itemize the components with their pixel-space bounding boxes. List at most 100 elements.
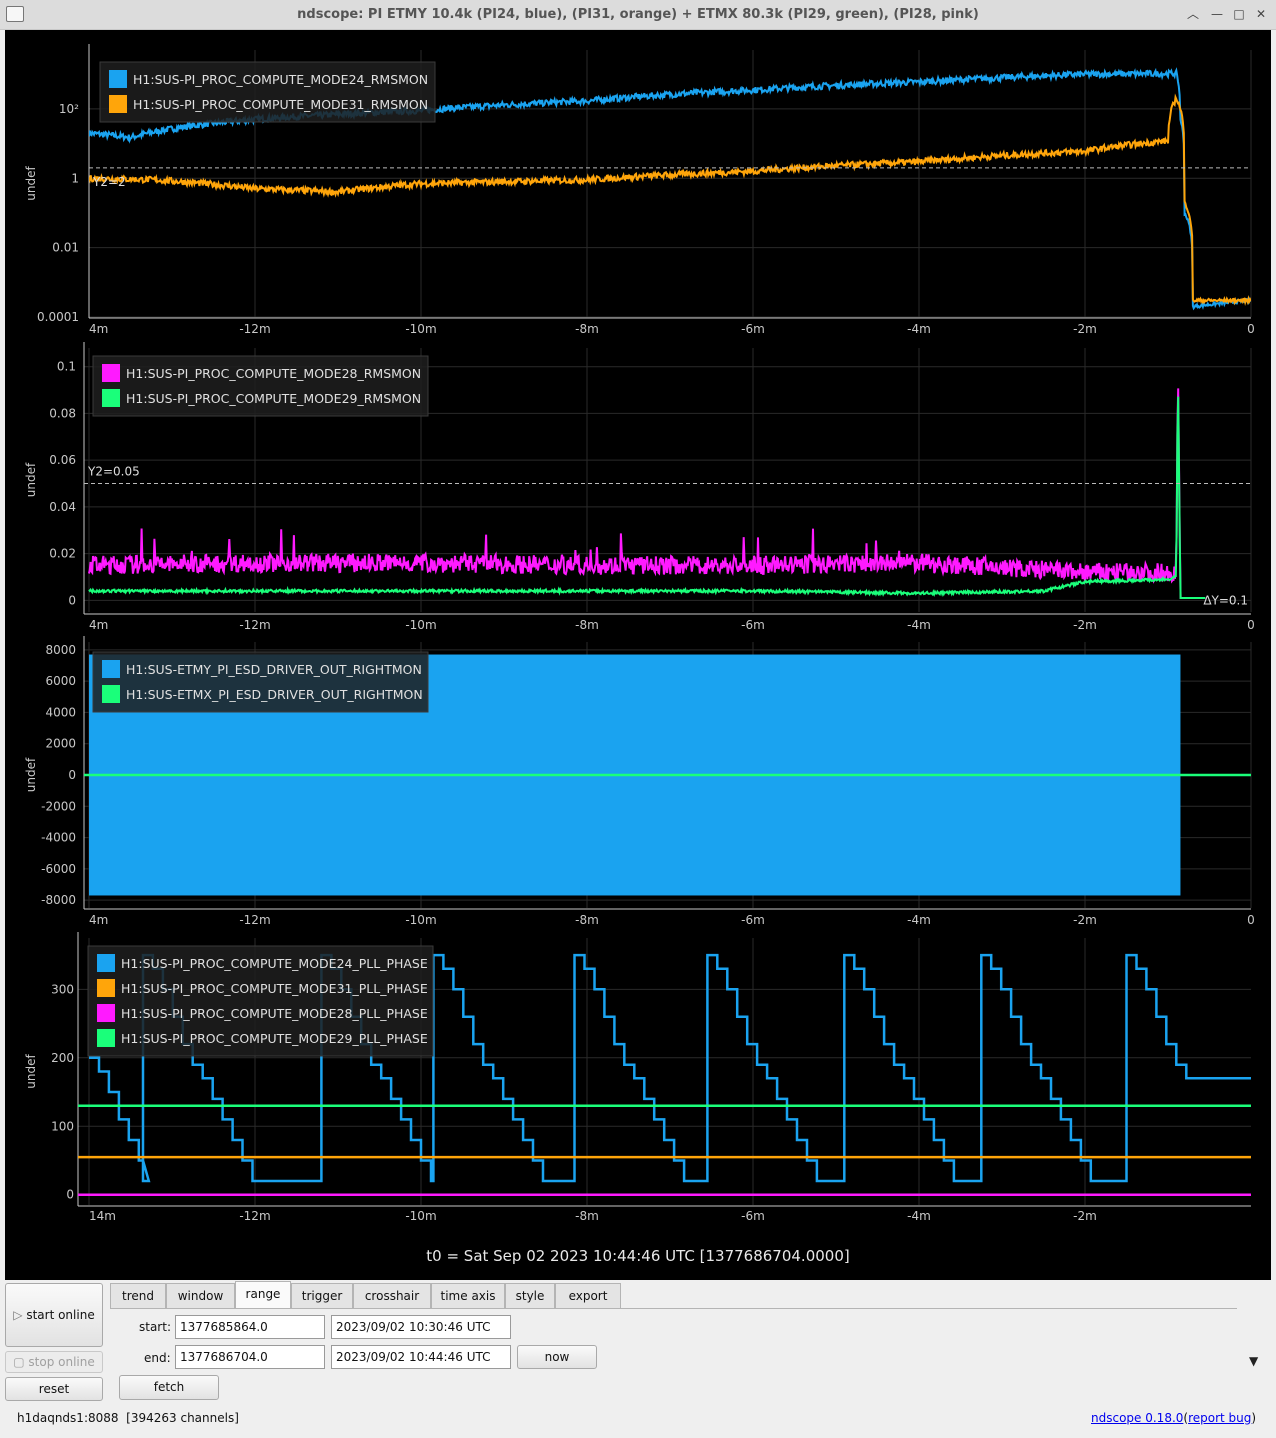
close-icon[interactable]: ✕ (1252, 5, 1270, 23)
legend-swatch (97, 979, 115, 997)
y-tick-label: 0.02 (49, 547, 76, 561)
now-button[interactable]: now (517, 1345, 597, 1369)
y-tick-label: -4000 (41, 831, 76, 845)
legend-label: H1:SUS-PI_PROC_COMPUTE_MODE31_PLL_PHASE (121, 981, 428, 996)
y-tick-label: 1 (71, 171, 79, 185)
paren-close: ) (1251, 1411, 1257, 1425)
control-panel: ▷ start online ▢ stop online reset trend… (0, 1280, 1276, 1438)
x-tick-label: -4m (907, 1209, 931, 1223)
x-tick-label: -2m (1073, 618, 1097, 632)
y-tick-label: 0.01 (52, 241, 79, 255)
tab-time-axis[interactable]: time axis (431, 1283, 505, 1308)
start-online-label: start online (26, 1308, 95, 1322)
legend: H1:SUS-ETMY_PI_ESD_DRIVER_OUT_RIGHTMON H1… (92, 651, 429, 713)
fetch-button[interactable]: fetch (119, 1375, 219, 1400)
start-utc-input[interactable]: 2023/09/02 10:30:46 UTC (331, 1315, 511, 1339)
legend-label: H1:SUS-PI_PROC_COMPUTE_MODE29_PLL_PHASE (121, 1031, 428, 1046)
plot-panel-2: H1:SUS-PI_PROC_COMPUTE_MODE28_RMSMON H1:S… (83, 342, 1252, 615)
y-tick-label: -8000 (41, 893, 76, 907)
play-icon: ▷ (13, 1308, 27, 1322)
legend-swatch (97, 954, 115, 972)
y-tick-label: 2000 (45, 737, 76, 751)
delta-label: ΔY=0.1 (1203, 593, 1248, 607)
stop-online-label: stop online (28, 1355, 95, 1369)
y-tick-label: 300 (51, 982, 74, 996)
t0-label: t0 = Sat Sep 02 2023 10:44:46 UTC [13776… (426, 1247, 849, 1265)
channel-count: [394263 channels] (126, 1411, 239, 1425)
legend-box (92, 355, 429, 417)
y-axis-label: undef (24, 757, 38, 792)
legend-swatch (102, 364, 120, 382)
maximize-icon[interactable]: □ (1230, 5, 1248, 23)
version-link[interactable]: ndscope 0.18.0 (1091, 1411, 1183, 1425)
x-tick-label: 0 (1247, 618, 1255, 632)
tab-pane-border (110, 1308, 1237, 1309)
tab-export[interactable]: export (555, 1283, 621, 1308)
x-tick-label: -10m (405, 1209, 436, 1223)
plot-panel-4: H1:SUS-PI_PROC_COMPUTE_MODE24_PLL_PHASE H… (77, 932, 1251, 1207)
x-tick-label: -4m (907, 618, 931, 632)
stop-online-button[interactable]: ▢ stop online (5, 1351, 103, 1373)
tab-range[interactable]: range (235, 1281, 291, 1309)
server-address: h1daqnds1:8088 (17, 1411, 119, 1425)
x-tick-label: 0 (1247, 913, 1255, 927)
legend-label: H1:SUS-ETMY_PI_ESD_DRIVER_OUT_RIGHTMON (126, 662, 422, 677)
cursor-label: Y2=0.05 (87, 465, 140, 479)
y-tick-label: 0 (68, 768, 76, 782)
legend-swatch (97, 1004, 115, 1022)
x-tick-label: -2m (1073, 913, 1097, 927)
expand-arrow-icon[interactable]: ▼ (1249, 1354, 1258, 1368)
x-tick-label: -12m (239, 618, 270, 632)
version-info: ndscope 0.18.0(report bug) (1091, 1411, 1256, 1425)
plots-canvas[interactable]: H1:SUS-PI_PROC_COMPUTE_MODE24_RMSMON H1:S… (5, 30, 1271, 1280)
legend-label: H1:SUS-PI_PROC_COMPUTE_MODE28_PLL_PHASE (121, 1006, 428, 1021)
y-axis-label: undef (24, 462, 38, 497)
x-tick-label: -12m (239, 322, 270, 336)
legend: H1:SUS-PI_PROC_COMPUTE_MODE24_RMSMON H1:S… (99, 61, 436, 123)
x-tick-label: 14m (89, 1209, 116, 1223)
legend-swatch (102, 685, 120, 703)
x-tick-label: -8m (575, 322, 599, 336)
legend-label: H1:SUS-PI_PROC_COMPUTE_MODE31_RMSMON (133, 97, 428, 112)
stop-icon: ▢ (13, 1355, 29, 1369)
tab-crosshair[interactable]: crosshair (353, 1283, 431, 1308)
minimize-icon[interactable]: — (1208, 5, 1226, 23)
window-titlebar: ndscope: PI ETMY 10.4k (PI24, blue), (PI… (0, 0, 1276, 30)
x-tick-label: -4m (907, 322, 931, 336)
reset-button[interactable]: reset (5, 1377, 103, 1401)
x-tick-label: -12m (239, 1209, 270, 1223)
x-tick-label: -6m (741, 322, 765, 336)
legend: H1:SUS-PI_PROC_COMPUTE_MODE28_RMSMON H1:S… (92, 355, 429, 417)
series-sus-pi-proc-compute-mode28-rmsmon (88, 388, 1206, 599)
legend-swatch (102, 660, 120, 678)
legend-swatch (109, 95, 127, 113)
y-tick-label: 6000 (45, 674, 76, 688)
tab-style[interactable]: style (505, 1283, 555, 1308)
x-tick-label: 4m (89, 618, 108, 632)
start-online-button[interactable]: ▷ start online (5, 1283, 103, 1347)
x-tick-label: -10m (405, 913, 436, 927)
legend-box (92, 651, 429, 713)
y-tick-label: 4000 (45, 705, 76, 719)
tab-trigger[interactable]: trigger (291, 1283, 353, 1308)
start-gps-input[interactable]: 1377685864.0 (175, 1315, 325, 1339)
plot-panel-3: H1:SUS-ETMY_PI_ESD_DRIVER_OUT_RIGHTMON H1… (83, 636, 1252, 910)
cursor-label: Y2=2 (92, 175, 126, 189)
series-sus-pi-proc-compute-mode31-rmsmon (89, 93, 1251, 306)
chevron-up-icon[interactable]: ︿ (1184, 5, 1202, 23)
legend-label: H1:SUS-PI_PROC_COMPUTE_MODE24_RMSMON (133, 72, 428, 87)
tab-trend[interactable]: trend (110, 1283, 166, 1308)
end-gps-input[interactable]: 1377686704.0 (175, 1345, 325, 1369)
x-tick-label: -4m (907, 913, 931, 927)
legend-box (99, 61, 436, 123)
y-tick-label: 0.1 (57, 360, 76, 374)
tab-window[interactable]: window (166, 1283, 235, 1308)
legend-label: H1:SUS-PI_PROC_COMPUTE_MODE29_RMSMON (126, 391, 421, 406)
y-tick-label: 0 (68, 593, 76, 607)
y-tick-label: 0.04 (49, 500, 76, 514)
y-tick-label: 0.06 (49, 453, 76, 467)
report-bug-link[interactable]: report bug (1188, 1411, 1251, 1425)
y-tick-label: 100 (51, 1119, 74, 1133)
end-utc-input[interactable]: 2023/09/02 10:44:46 UTC (331, 1345, 511, 1369)
plot-area[interactable]: H1:SUS-PI_PROC_COMPUTE_MODE24_RMSMON H1:S… (5, 30, 1271, 1280)
